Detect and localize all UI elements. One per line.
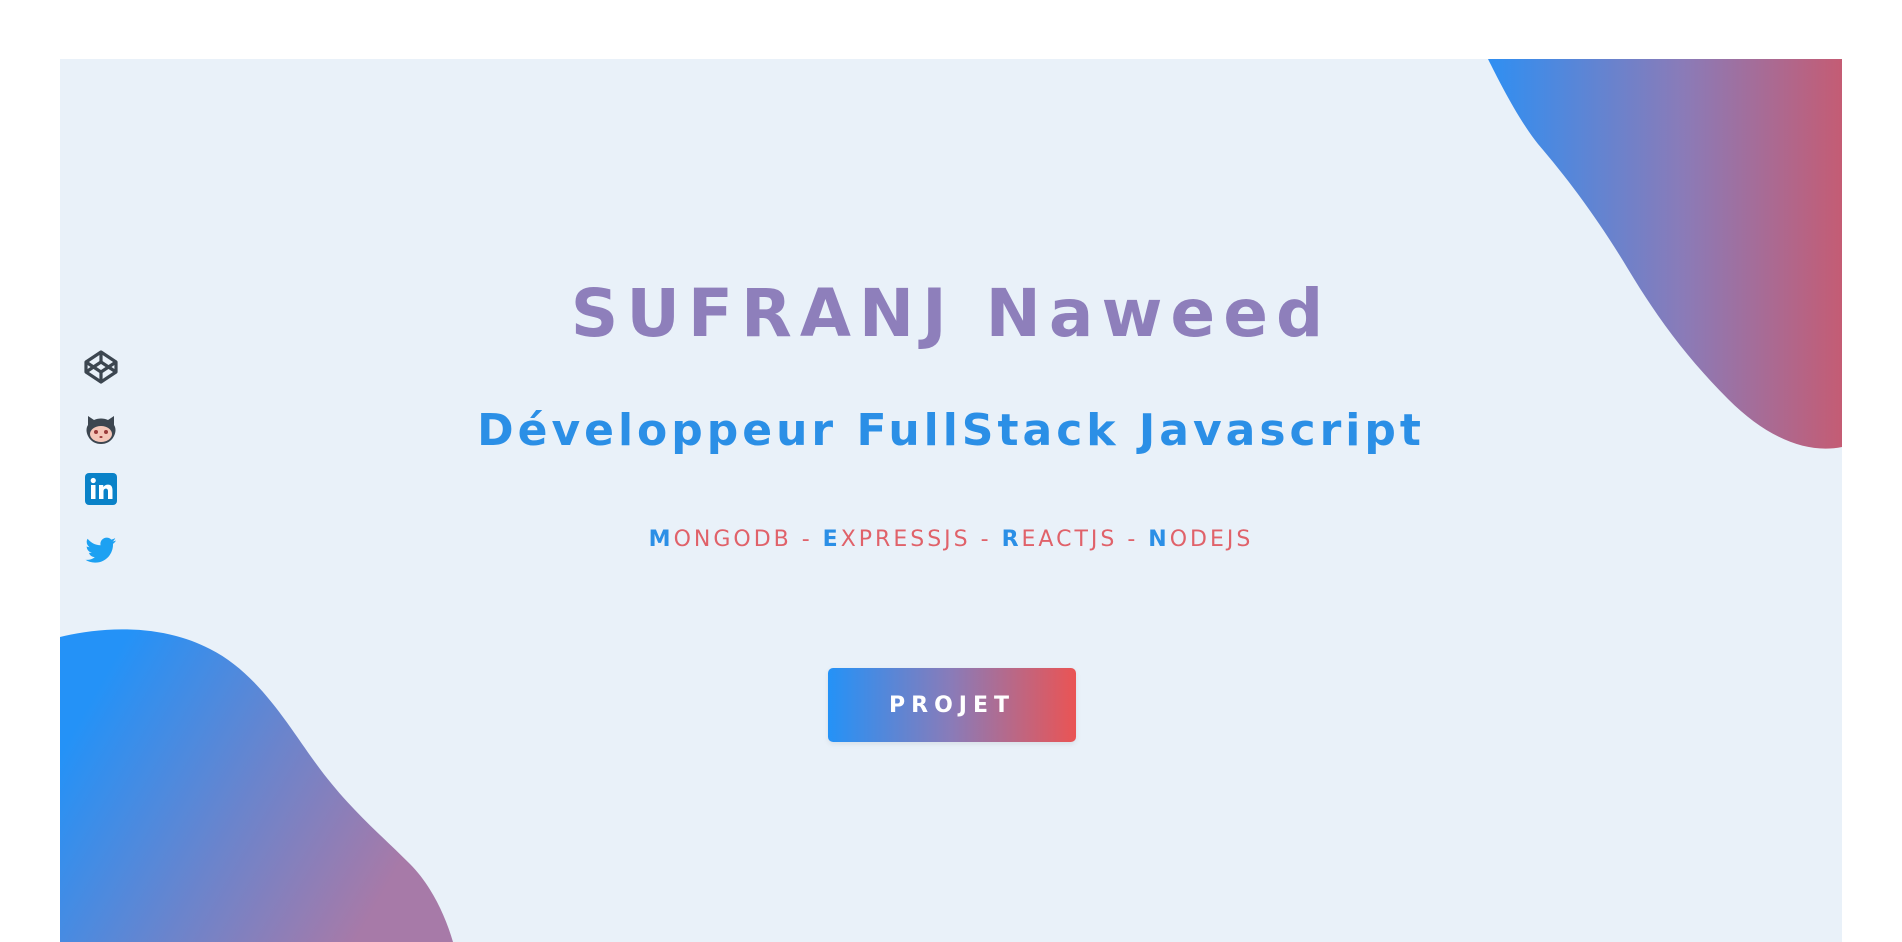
- stack-item: REACTJS: [1001, 527, 1118, 552]
- codepen-link[interactable]: [83, 349, 119, 385]
- decorative-blob-bottom-left: [60, 629, 453, 942]
- codepen-icon: [84, 350, 118, 384]
- decorative-blob-top-right: [1488, 59, 1842, 449]
- tech-stack: MONGODB - EXPRESSJS - REACTJS - NODEJS: [60, 529, 1842, 551]
- hero-section: SUFRANJ Naweed Développeur FullStack Jav…: [60, 59, 1842, 942]
- linkedin-link[interactable]: [83, 471, 119, 507]
- stack-separator: -: [791, 527, 823, 552]
- stack-item: MONGODB: [648, 527, 792, 552]
- stack-item: NODEJS: [1148, 527, 1254, 552]
- page-title: SUFRANJ Naweed: [570, 275, 1332, 352]
- stack-item: EXPRESSJS: [822, 527, 971, 552]
- projet-button[interactable]: PROJET: [828, 668, 1076, 742]
- stack-separator: -: [1117, 527, 1149, 552]
- job-title: Développeur FullStack Javascript: [477, 405, 1425, 456]
- stack-separator: -: [970, 527, 1002, 552]
- linkedin-icon: [85, 473, 117, 505]
